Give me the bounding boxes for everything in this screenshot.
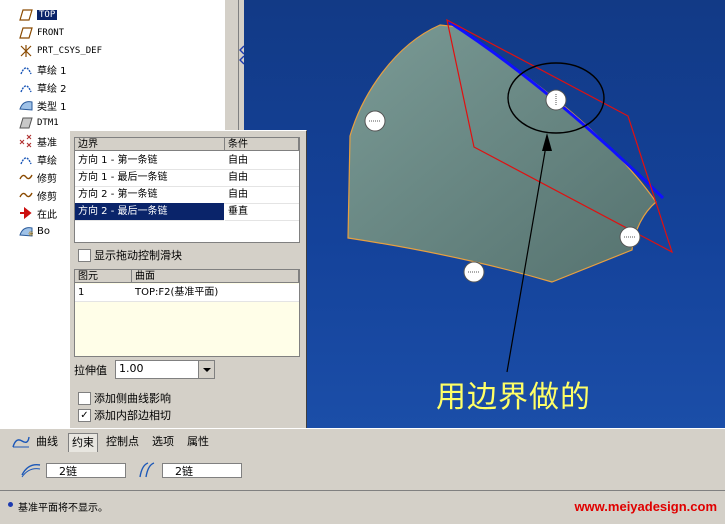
table-row[interactable]: 方向 1 - 最后一条链 自由 — [75, 169, 299, 187]
watermark-text: www.meiyadesign.com — [574, 499, 717, 514]
tree-item-label: DTM1 — [37, 118, 59, 128]
status-bar: 基准平面将不显示。 www.meiyadesign.com — [0, 490, 725, 524]
tree-item-label: FRONT — [37, 28, 65, 38]
tree-item-trim2[interactable]: 修剪 — [18, 186, 57, 204]
datum-plane-icon — [18, 8, 34, 22]
col-header-boundary: 边界 — [75, 138, 225, 151]
insert-here-icon — [18, 206, 34, 220]
drag-handle — [545, 89, 567, 111]
tree-item-label: 草绘 — [37, 155, 57, 167]
add-side-curve-label: 添加侧曲线影响 — [94, 392, 171, 405]
condition-cell[interactable]: 垂直 — [225, 203, 299, 221]
tree-item-label: 草绘 1 — [37, 65, 67, 77]
status-message: 基准平面将不显示。 — [18, 503, 108, 514]
datum-plane-icon — [18, 26, 34, 40]
show-drag-handles-label: 显示拖动控制滑块 — [94, 249, 182, 262]
drag-handle — [364, 110, 386, 132]
direction2-icon[interactable] — [136, 461, 158, 482]
tree-item-insert-here[interactable]: 在此 — [18, 204, 57, 222]
show-drag-handles-checkbox[interactable] — [78, 249, 91, 262]
chevron-down-icon[interactable] — [198, 361, 214, 378]
row-condition[interactable]: 自由 — [228, 186, 248, 203]
add-inner-edge-label: 添加内部边相切 — [94, 409, 171, 422]
add-inner-edge-checkbox[interactable]: ✓ — [78, 409, 91, 422]
direction2-chain-field[interactable]: 2链 — [162, 463, 242, 478]
drag-handle — [463, 261, 485, 283]
row-condition[interactable]: 垂直 — [228, 203, 248, 220]
svg-text:※: ※ — [28, 230, 33, 237]
col-header-condition: 条件 — [225, 138, 299, 151]
surface-icon — [18, 98, 34, 112]
tab-properties[interactable]: 属性 — [184, 433, 212, 451]
tree-item-label: TOP — [37, 10, 58, 20]
stretch-value: 1.00 — [119, 362, 144, 375]
drag-handle — [619, 226, 641, 248]
add-side-curve-checkbox[interactable] — [78, 392, 91, 405]
sketch-icon — [18, 80, 34, 94]
dashboard-inputs: 2链 2链 — [0, 454, 725, 486]
tree-item-sketch1[interactable]: 草绘 1 — [18, 60, 67, 78]
stretch-value-dropdown[interactable]: 1.00 — [115, 360, 215, 379]
boundary-blend-icon: ※ — [18, 224, 34, 238]
graphics-viewport[interactable]: 用边界做的 — [244, 0, 725, 428]
row-boundary: 方向 1 - 最后一条链 — [78, 172, 168, 183]
table-row[interactable]: 方向 2 - 第一条链 自由 — [75, 186, 299, 204]
row-boundary: 方向 2 - 第一条链 — [78, 189, 158, 200]
annotation-label: 用边界做的 — [436, 380, 591, 415]
tree-item-sketch2[interactable]: 草绘 2 — [18, 78, 67, 96]
direction1-icon[interactable] — [20, 461, 42, 482]
col-header-element: 图元 — [75, 270, 132, 283]
tree-item-label: PRT_CSYS_DEF — [37, 46, 103, 56]
surface-patch — [347, 24, 657, 283]
tree-item-dtm1[interactable]: DTM1 — [18, 114, 59, 132]
tab-curves[interactable]: 曲线 — [33, 433, 61, 451]
tree-item-trim1[interactable]: 修剪 — [18, 168, 57, 186]
model-geometry — [347, 18, 674, 373]
tree-item-label: 基准 — [37, 137, 57, 149]
row-element: 1 — [78, 287, 85, 298]
tree-item-top[interactable]: TOP — [18, 6, 58, 24]
tree-item-csys[interactable]: PRT_CSYS_DEF — [18, 42, 102, 60]
row-condition[interactable]: 自由 — [228, 152, 248, 169]
row-condition[interactable]: 自由 — [228, 169, 248, 186]
col-header-surface: 曲面 — [132, 270, 299, 283]
row-boundary: 方向 2 - 最后一条链 — [78, 206, 168, 217]
table-row-selected[interactable]: 方向 2 - 最后一条链 — [75, 203, 224, 221]
row-surface: TOP:F2(基准平面) — [135, 287, 219, 298]
datum-plane-icon — [18, 116, 34, 130]
dashboard-tabs: 曲线 约束 控制点 选项 属性 — [0, 428, 725, 455]
constraints-panel: 边界 条件 方向 1 - 第一条链 自由 方向 1 - 最后一条链 自由 方向 … — [69, 130, 307, 430]
table-row[interactable]: 方向 1 - 第一条链 自由 — [75, 152, 299, 170]
tab-options[interactable]: 选项 — [149, 433, 177, 451]
tree-item-boundary-blend[interactable]: ※ Bo — [18, 222, 50, 240]
datum-point-icon — [18, 134, 34, 148]
tree-item-front[interactable]: FRONT — [18, 24, 64, 42]
boundary-table: 边界 条件 方向 1 - 第一条链 自由 方向 1 - 最后一条链 自由 方向 … — [74, 137, 300, 243]
direction1-chain-field[interactable]: 2链 — [46, 463, 126, 478]
sketch-icon — [18, 152, 34, 166]
tree-item-label: Bo — [37, 225, 50, 237]
table-row[interactable]: 1 TOP:F2(基准平面) — [75, 284, 299, 302]
tree-item-label: 草绘 2 — [37, 83, 67, 95]
tab-constraints[interactable]: 约束 — [68, 433, 98, 452]
status-bullet-icon — [8, 502, 13, 507]
tree-item-datum-point[interactable]: 基准 — [18, 132, 57, 150]
stretch-label: 拉伸值 — [74, 364, 107, 377]
coordinate-system-icon — [18, 44, 34, 58]
trim-icon — [18, 188, 34, 202]
reference-table: 图元 曲面 1 TOP:F2(基准平面) — [74, 269, 300, 357]
curve-tab-icon — [12, 435, 30, 452]
tab-control-points[interactable]: 控制点 — [103, 433, 142, 451]
tree-item-label: 类型 1 — [37, 101, 67, 113]
tree-item-label: 修剪 — [37, 173, 57, 185]
tree-item-label: 在此 — [37, 209, 57, 221]
tree-item-sketch3[interactable]: 草绘 — [18, 150, 57, 168]
trim-icon — [18, 170, 34, 184]
sketch-icon — [18, 62, 34, 76]
row-boundary: 方向 1 - 第一条链 — [78, 155, 158, 166]
tree-item-type1[interactable]: 类型 1 — [18, 96, 67, 114]
tree-item-label: 修剪 — [37, 191, 57, 203]
